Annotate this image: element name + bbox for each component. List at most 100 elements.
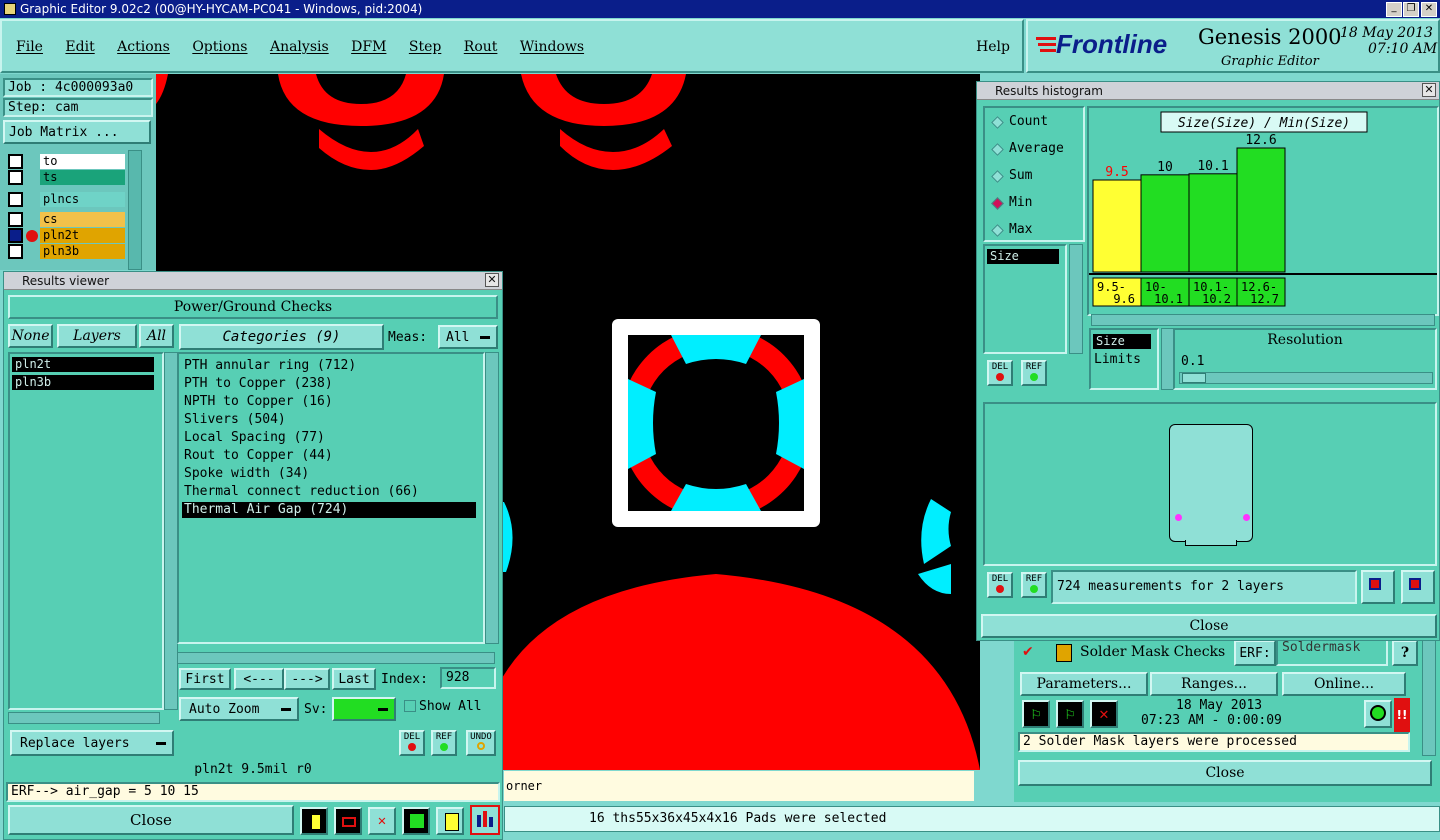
resolution-slider[interactable]	[1179, 372, 1433, 384]
histogram-ref-button[interactable]: REF	[1021, 360, 1047, 386]
ref-button[interactable]: REF	[431, 730, 457, 756]
zoom-to-result-button[interactable]	[1361, 570, 1395, 604]
layer-plncs[interactable]: plncs	[40, 192, 125, 207]
maximize-icon[interactable]: ❐	[1403, 2, 1419, 17]
category-item[interactable]: Spoke width (34)	[182, 466, 476, 482]
layers-all-button[interactable]: All	[139, 324, 174, 348]
run-button[interactable]: ⚐	[1056, 700, 1084, 728]
report-tool-button[interactable]	[436, 807, 464, 835]
category-item[interactable]: Slivers (504)	[182, 412, 476, 428]
menu-file[interactable]: File	[16, 39, 43, 55]
menu-rout[interactable]: Rout	[464, 39, 498, 55]
menu-edit[interactable]: Edit	[65, 39, 94, 55]
slider-thumb[interactable]	[1182, 373, 1206, 383]
close-icon[interactable]: ✕	[1422, 83, 1436, 97]
close-icon[interactable]: ✕	[1421, 2, 1437, 17]
solder-mask-scrollbar[interactable]	[1422, 636, 1436, 756]
layer-cs[interactable]: cs	[40, 212, 125, 227]
histogram-close-button[interactable]: Close	[981, 614, 1437, 638]
zoom-to-layer-button[interactable]	[1401, 570, 1435, 604]
menu-step[interactable]: Step	[409, 39, 441, 55]
online-button[interactable]: Online...	[1282, 672, 1406, 696]
result-layer-item[interactable]: pln3b	[12, 375, 154, 390]
field-list-scrollbar[interactable]	[1069, 244, 1083, 354]
job-matrix-button[interactable]: Job Matrix ...	[3, 120, 151, 144]
category-item[interactable]: PTH annular ring (712)	[182, 358, 476, 374]
solder-mask-close-button[interactable]: Close	[1018, 760, 1432, 786]
layers-list-scrollbar[interactable]	[164, 352, 178, 710]
ranges-button[interactable]: Ranges...	[1150, 672, 1278, 696]
index-input[interactable]: 928	[440, 667, 496, 689]
first-button[interactable]: First	[179, 668, 231, 690]
histogram-del-button[interactable]: DEL	[987, 360, 1013, 386]
layer-checkbox-cs[interactable]	[8, 212, 23, 227]
meas-dropdown[interactable]: All	[438, 325, 498, 349]
layer-checkbox-pln3b[interactable]	[8, 244, 23, 259]
stop-button[interactable]: ✕	[1090, 700, 1118, 728]
layer-list-scrollbar[interactable]	[128, 150, 142, 270]
parameters-button[interactable]: Parameters...	[1020, 672, 1148, 696]
category-item[interactable]: NPTH to Copper (16)	[182, 394, 476, 410]
sv-color-dropdown[interactable]	[332, 697, 396, 721]
layer-checkbox-pln2t[interactable]	[8, 228, 23, 243]
layers-none-button[interactable]: None	[8, 324, 53, 348]
category-item[interactable]: Rout to Copper (44)	[182, 448, 476, 464]
histogram-bar[interactable]	[1092, 179, 1142, 273]
layer-checkbox-plncs[interactable]	[8, 192, 23, 207]
replace-layers-dropdown[interactable]: Replace layers	[10, 730, 174, 756]
category-item[interactable]: Thermal Air Gap (724)	[182, 502, 476, 518]
numbering-tool-button[interactable]	[402, 807, 430, 835]
menu-options[interactable]: Options	[192, 39, 247, 55]
histogram-tool-button[interactable]	[470, 805, 500, 835]
category-item[interactable]: Local Spacing (77)	[182, 430, 476, 446]
auto-zoom-dropdown[interactable]: Auto Zoom	[179, 697, 299, 721]
layer-pln3b[interactable]: pln3b	[40, 244, 125, 259]
prev-button[interactable]: <---	[234, 668, 284, 690]
field-list[interactable]: Size	[983, 244, 1067, 354]
size-option[interactable]: Size	[1093, 334, 1151, 349]
category-item[interactable]: PTH to Copper (238)	[182, 376, 476, 392]
display-tool-button[interactable]	[334, 807, 362, 835]
categories-list[interactable]: PTH annular ring (712) PTH to Copper (238…	[177, 352, 485, 644]
layers-list-hscroll[interactable]	[8, 712, 160, 724]
undo-button[interactable]: UNDO	[466, 730, 496, 756]
categories-button[interactable]: Categories (9)	[179, 324, 384, 350]
result-layers-list[interactable]: pln2t pln3b	[8, 352, 164, 710]
erf-value-field[interactable]: Soldermask	[1276, 638, 1388, 666]
layer-to[interactable]: to	[40, 154, 125, 169]
categories-scrollbar[interactable]	[485, 352, 499, 644]
preview-del-button[interactable]: DEL	[987, 572, 1013, 598]
close-icon[interactable]: ✕	[485, 273, 499, 287]
help-button[interactable]: ?	[1392, 640, 1418, 666]
histogram-bar[interactable]	[1140, 174, 1190, 273]
histogram-hscroll[interactable]	[1091, 314, 1435, 326]
layer-ts[interactable]: ts	[40, 170, 125, 185]
field-item-size[interactable]: Size	[987, 249, 1059, 264]
menu-windows[interactable]: Windows	[520, 39, 584, 55]
last-button[interactable]: Last	[332, 668, 376, 690]
run-all-button[interactable]: ⚐	[1022, 700, 1050, 728]
minimize-icon[interactable]: _	[1386, 2, 1402, 17]
del-button[interactable]: DEL	[399, 730, 425, 756]
limits-option[interactable]: Limits	[1094, 352, 1141, 367]
layer-checkbox-to[interactable]	[8, 154, 23, 169]
histogram-bar[interactable]	[1236, 147, 1286, 273]
layers-button[interactable]: Layers	[57, 324, 137, 348]
layer-checkbox-ts[interactable]	[8, 170, 23, 185]
layer-pln2t[interactable]: pln2t	[40, 228, 125, 243]
show-all-checkbox[interactable]	[404, 700, 416, 712]
preview-ref-button[interactable]: REF	[1021, 572, 1047, 598]
categories-hscroll[interactable]	[177, 652, 495, 664]
ref-off-button[interactable]: ✕	[368, 807, 396, 835]
results-viewer-close-button[interactable]: Close	[8, 805, 294, 835]
zoom-button[interactable]	[1364, 700, 1392, 728]
menu-dfm[interactable]: DFM	[351, 39, 386, 55]
menu-actions[interactable]: Actions	[117, 39, 170, 55]
histogram-bar[interactable]	[1188, 173, 1238, 273]
alert-icon[interactable]: !!	[1394, 698, 1410, 732]
menu-help[interactable]: Help	[976, 39, 1010, 55]
next-button[interactable]: --->	[284, 668, 330, 690]
category-item[interactable]: Thermal connect reduction (66)	[182, 484, 476, 500]
chart-tool-button[interactable]	[300, 807, 328, 835]
result-layer-item[interactable]: pln2t	[12, 357, 154, 372]
